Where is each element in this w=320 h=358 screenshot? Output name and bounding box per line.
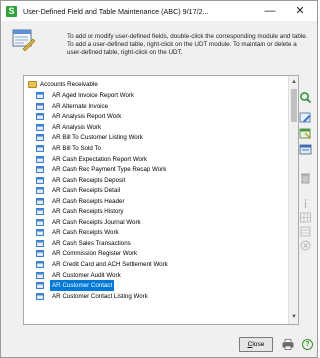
tree-item[interactable]: AR Credit Card and ACH Settlement Work	[24, 259, 280, 270]
tree-item[interactable]: AR Analysis Report Work	[24, 111, 280, 122]
table-icon[interactable]	[299, 127, 312, 140]
tree-item-label: AR Alternate Invoice	[52, 102, 109, 110]
delete-icon[interactable]	[299, 171, 312, 184]
table-icon	[36, 176, 44, 184]
tree-item-label: AR Commission Register Work	[52, 250, 138, 258]
form-icon[interactable]	[299, 143, 312, 156]
minimize-button[interactable]: —	[260, 4, 280, 18]
tree-item[interactable]: AR Customer Contact	[24, 280, 280, 292]
tree-item-label: AR Cash Rec Payment Type Recap Work	[52, 166, 167, 174]
tree-item-label: AR Aged Invoice Report Work	[52, 92, 135, 100]
table-icon	[36, 208, 44, 216]
udf-maintenance-icon	[12, 29, 35, 51]
table-icon	[36, 187, 44, 195]
table-icon	[36, 261, 44, 268]
scroll-thumb[interactable]	[291, 89, 297, 122]
scroll-down-arrow-icon[interactable]: ▼	[289, 313, 298, 321]
sage-app-icon: S	[6, 6, 17, 17]
tree-item[interactable]: AR Customer Contact Listing Work	[24, 291, 280, 302]
close-button-label: lose	[252, 341, 265, 348]
tree-item[interactable]: AR Cash Receipts History	[24, 206, 280, 217]
instructions-text: To add or modify user-defined fields, do…	[67, 33, 308, 57]
table-icon	[36, 166, 44, 174]
tree-item[interactable]: AR Cash Receipts Deposit	[24, 175, 280, 186]
table-icon	[36, 229, 44, 237]
grid-icon[interactable]	[299, 211, 312, 224]
scroll-up-arrow-icon[interactable]: ▲	[289, 78, 298, 86]
table-icon	[36, 239, 44, 247]
tree-item[interactable]: AR Cash Receipts Work	[24, 227, 280, 238]
tree-item[interactable]: AR Bill To Sold To	[24, 143, 280, 154]
info-panel: To add or modify user-defined fields, do…	[1, 21, 317, 67]
close-button[interactable]: Close	[239, 337, 273, 352]
tree-item[interactable]: AR Aged Invoice Report Work	[24, 90, 280, 101]
table-icon	[36, 155, 44, 163]
remove-icon[interactable]	[299, 239, 312, 252]
udf-maintenance-window: S User-Defined Field and Table Maintenan…	[0, 0, 318, 358]
table-icon	[36, 218, 44, 226]
table-icon	[36, 292, 44, 300]
search-icon[interactable]	[299, 91, 312, 104]
tree-item-label: AR Analysis Report Work	[52, 113, 122, 121]
tree-item-label: AR Cash Receipts Detail	[52, 187, 121, 195]
table-icon	[36, 197, 44, 205]
tree-item-label: AR Bill To Sold To	[52, 145, 101, 152]
table-icon	[36, 123, 44, 131]
folder-icon	[28, 81, 37, 88]
tree-item-label: AR Analysis Work	[52, 123, 102, 131]
tree-item-label: AR Cash Receipts Work	[52, 229, 119, 237]
table-icon	[36, 102, 44, 110]
print-icon[interactable]	[282, 339, 294, 350]
table-icon	[36, 92, 44, 100]
tree-item[interactable]: AR Cash Rec Payment Type Recap Work	[24, 164, 280, 175]
tree-item[interactable]: AR Cash Receipts Header	[24, 196, 280, 207]
window-title: User-Defined Field and Table Maintenance…	[23, 7, 209, 16]
tree-item-label: AR Customer Contact Listing Work	[52, 292, 148, 300]
tree-item-label: AR Cash Sales Transactions	[52, 239, 131, 247]
table-icon	[36, 282, 44, 290]
tree-item[interactable]: AR Cash Sales Transactions	[24, 238, 280, 249]
table-icon	[36, 271, 44, 279]
tree-item[interactable]: AR Customer Audit Work	[24, 270, 280, 281]
tree-item[interactable]: AR Bill To Customer Listing Work	[24, 132, 280, 143]
tree-item-label: AR Cash Receipts History	[52, 208, 124, 216]
help-icon[interactable]: ?	[302, 339, 313, 350]
tree-item-label: AR Cash Receipts Journal Work	[52, 218, 141, 226]
table-icon	[36, 134, 44, 142]
tree-item-label: AR Customer Audit Work	[52, 271, 121, 279]
vertical-scrollbar[interactable]: ▲ ▼	[288, 76, 298, 324]
title-bar: S User-Defined Field and Table Maintenan…	[1, 1, 317, 21]
edit-icon[interactable]	[299, 111, 312, 124]
tree-item[interactable]: AR Alternate Invoice	[24, 101, 280, 112]
close-window-button[interactable]: ✕	[290, 4, 310, 18]
tree-item-label: AR Cash Receipts Header	[52, 197, 125, 205]
tree-item[interactable]: AR Cash Receipts Journal Work	[24, 217, 280, 228]
tree-item-label: AR Credit Card and ACH Settlement Work	[52, 261, 168, 268]
tree-item-label: AR Cash Expectation Report Work	[52, 155, 148, 163]
info-icon[interactable]	[299, 197, 312, 210]
tree-item[interactable]: AR Cash Expectation Report Work	[24, 154, 280, 165]
tree-item[interactable]: AR Analysis Work	[24, 122, 280, 133]
table-icon	[36, 250, 44, 258]
tree-item[interactable]: AR Commission Register Work	[24, 248, 280, 259]
tree-item-label: AR Customer Contact	[50, 280, 115, 292]
tree-item-label: AR Cash Receipts Deposit	[52, 176, 126, 184]
table-icon	[36, 145, 44, 152]
tree-item-label: AR Bill To Customer Listing Work	[52, 134, 143, 142]
tree-root-label: Accounts Receivable	[40, 81, 98, 88]
tree-item[interactable]: AR Cash Receipts Detail	[24, 185, 280, 196]
list-icon[interactable]	[299, 225, 312, 238]
module-table-tree[interactable]: Accounts Receivable AR Aged Invoice Repo…	[23, 75, 299, 325]
tree-root-accounts-receivable[interactable]: Accounts Receivable	[28, 79, 284, 90]
table-icon	[36, 113, 44, 121]
footer-bar: Close ?	[1, 333, 317, 357]
